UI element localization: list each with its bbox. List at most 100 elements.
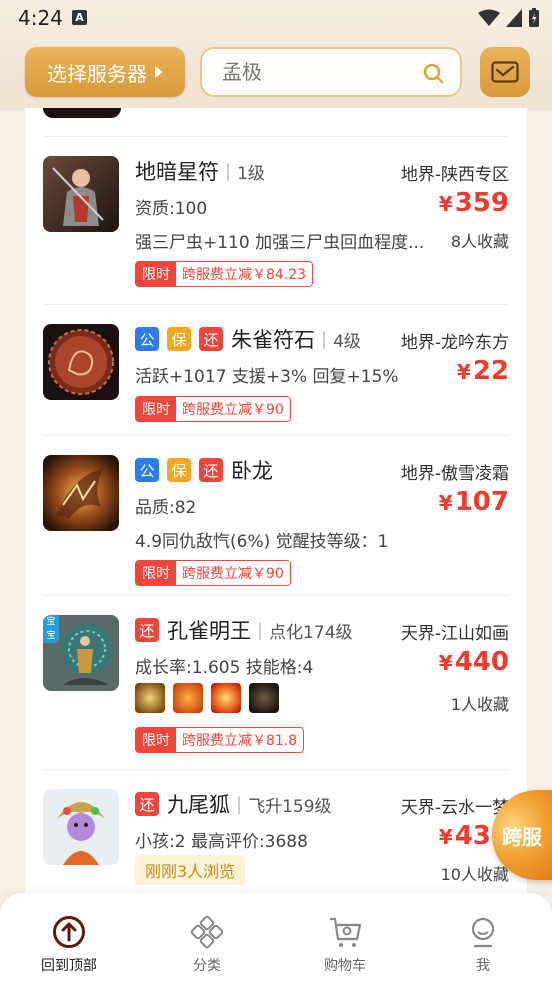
item-price-value: 359 — [454, 188, 509, 218]
dragon-claw-icon — [43, 455, 119, 531]
nav-category[interactable]: 分类 — [138, 893, 276, 981]
yen-sign: ¥ — [438, 651, 453, 675]
promo-text: 跨服费立减￥90 — [176, 561, 290, 585]
partial-thumbnail[interactable] — [43, 108, 121, 118]
profile-icon — [471, 917, 495, 948]
signal-icon — [506, 9, 522, 27]
skill-icon[interactable] — [211, 683, 241, 713]
item-level: 4级 — [333, 331, 361, 352]
wifi-icon — [478, 9, 500, 26]
item-favorites: 8人收藏 — [450, 232, 509, 251]
phoenix-stone-icon — [43, 324, 119, 400]
yen-sign: ¥ — [438, 192, 453, 216]
status-time: 4:24 — [18, 6, 63, 30]
notification-icon: A — [72, 10, 87, 25]
listing-item[interactable]: 地暗星符 | 1级 地界-陕西专区 资质:100 ¥359 强三尸虫+110 加… — [25, 136, 527, 304]
promo-text: 跨服费立减￥81.8 — [176, 728, 304, 752]
promo-badge: 限时 跨服费立减￥90 — [135, 560, 291, 586]
tag-return: 还 — [199, 458, 223, 482]
item-thumbnail — [43, 156, 119, 232]
skill-icon[interactable] — [173, 683, 203, 713]
category-icon — [190, 915, 224, 949]
item-server: 地界-陕西专区 — [400, 165, 509, 185]
nav-label: 回到顶部 — [41, 958, 97, 974]
item-price: ¥440 — [439, 647, 509, 677]
item-server: 天界-江山如画 — [400, 624, 509, 644]
item-thumbnail — [43, 455, 119, 531]
promo-text: 跨服费立减￥84.23 — [176, 262, 313, 286]
item-price: ¥107 — [439, 487, 509, 517]
promo-text: 跨服费立减￥90 — [176, 397, 290, 421]
item-name: 地暗星符 — [135, 160, 219, 184]
item-attribute: 品质:82 — [135, 498, 197, 518]
item-title-row: 地暗星符 | 1级 — [135, 156, 265, 186]
item-attribute: 4.9同仇敌忾(6%) 觉醒技等级：1 — [135, 532, 389, 552]
title-separator: | — [321, 328, 328, 350]
header: 4:24 A 选择服务器 — [0, 0, 552, 110]
item-price: ¥22 — [457, 356, 509, 386]
listing-item[interactable]: 宝宝 还 孔雀明王 | 点化174级 天界-江山如画 成长率:1.605 技能格… — [25, 595, 527, 769]
yen-sign: ¥ — [456, 360, 471, 384]
nav-label: 我 — [476, 958, 490, 974]
message-button[interactable] — [480, 47, 530, 97]
envelope-icon — [491, 61, 519, 83]
listing-item[interactable]: 公 保 还 卧龙 地界-傲雪凌霜 品质:82 ¥107 4.9同仇敌忾(6%) … — [25, 435, 527, 595]
item-server: 地界-傲雪凌霜 — [400, 464, 509, 484]
search-input[interactable] — [222, 60, 412, 84]
item-name: 九尾狐 — [167, 793, 230, 817]
item-name: 孔雀明王 — [167, 619, 251, 643]
nav-back-to-top[interactable]: 回到顶部 — [0, 893, 138, 981]
nine-tail-fox-icon — [43, 789, 119, 865]
select-server-label: 选择服务器 — [47, 61, 147, 86]
item-thumbnail — [43, 324, 119, 400]
recently-viewed-badge: 刚刚3人浏览 — [135, 855, 246, 885]
skill-icon[interactable] — [249, 683, 279, 713]
promo-tag: 限时 — [136, 397, 176, 421]
tag-return: 还 — [135, 618, 159, 642]
item-attribute: 活跃+1017 支援+3% 回复+15% — [135, 367, 399, 387]
title-separator: | — [257, 619, 264, 641]
tag-public: 公 — [135, 327, 159, 351]
item-favorites: 1人收藏 — [450, 695, 509, 714]
arrow-up-circle-icon — [53, 916, 85, 948]
bottom-nav: 回到顶部 分类 购物车 我 — [0, 893, 552, 981]
skill-icons — [135, 683, 279, 713]
tag-return: 还 — [199, 327, 223, 351]
item-attribute: 资质:100 — [135, 199, 208, 219]
baby-badge: 宝宝 — [43, 615, 59, 643]
item-attribute: 强三尸虫+110 加强三尸虫回血程度... — [135, 233, 425, 253]
search-icon[interactable] — [422, 62, 444, 84]
caret-right-icon — [155, 66, 163, 78]
tag-return: 还 — [135, 792, 159, 816]
item-name: 朱雀符石 — [231, 328, 315, 352]
item-attribute: 小孩:2 最高评价:3688 — [135, 832, 308, 852]
listing-item[interactable]: 还 九尾狐 | 飞升159级 天界-云水一梦 小孩:2 最高评价:3688 ¥4… — [25, 769, 527, 898]
warrior-avatar-icon — [43, 156, 119, 232]
promo-badge: 限时 跨服费立减￥90 — [135, 396, 291, 422]
tag-guarantee: 保 — [167, 327, 191, 351]
title-separator: | — [236, 793, 243, 815]
item-price-value: 107 — [454, 487, 509, 517]
promo-tag: 限时 — [136, 728, 176, 752]
item-level: 1级 — [237, 163, 265, 184]
item-price: ¥359 — [439, 188, 509, 218]
item-server: 地界-龙吟东方 — [400, 333, 509, 353]
item-thumbnail: 宝宝 — [43, 615, 119, 691]
yen-sign: ¥ — [438, 491, 453, 515]
item-favorites: 10人收藏 — [440, 865, 509, 884]
skill-icon[interactable] — [135, 683, 165, 713]
item-level: 飞升159级 — [248, 796, 332, 817]
listing-item[interactable]: 公 保 还 朱雀符石 | 4级 地界-龙吟东方 活跃+1017 支援+3% 回复… — [25, 304, 527, 435]
cross-server-label: 跨服 — [502, 824, 542, 849]
promo-badge: 限时 跨服费立减￥81.8 — [135, 727, 305, 753]
item-thumbnail — [43, 789, 119, 865]
nav-label: 分类 — [193, 958, 221, 974]
battery-icon — [529, 8, 539, 27]
nav-profile[interactable]: 我 — [414, 893, 552, 981]
nav-cart[interactable]: 购物车 — [276, 893, 414, 981]
listing-panel: 地暗星符 | 1级 地界-陕西专区 资质:100 ¥359 强三尸虫+110 加… — [25, 108, 527, 898]
status-icons — [478, 8, 540, 28]
search-box[interactable] — [200, 47, 462, 97]
select-server-button[interactable]: 选择服务器 — [25, 47, 185, 97]
item-level: 点化174级 — [269, 622, 353, 643]
